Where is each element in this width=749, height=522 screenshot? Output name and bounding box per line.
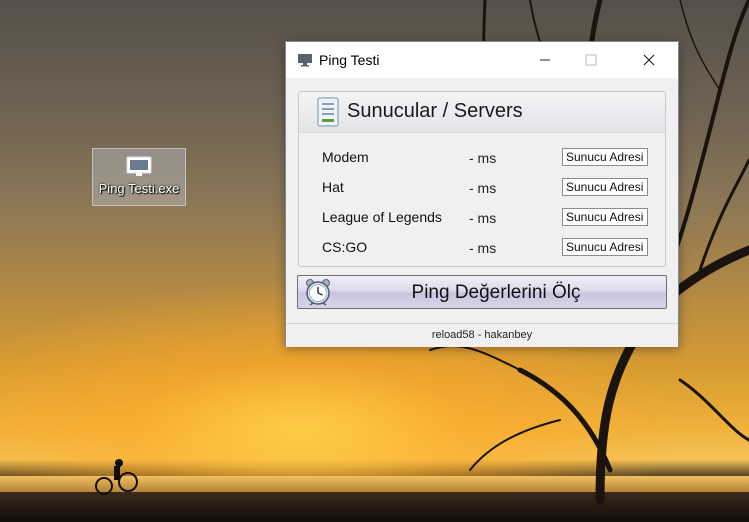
measure-button-label: Ping Değerlerini Ölç bbox=[411, 282, 581, 303]
ping-value: - ms bbox=[469, 240, 497, 256]
maximize-button[interactable] bbox=[568, 42, 614, 78]
server-address-input-csgo[interactable] bbox=[562, 238, 648, 256]
server-row-csgo: CS:GO - ms bbox=[299, 234, 665, 264]
servers-panel-header: Sunucular / Servers bbox=[299, 92, 665, 133]
ping-value: - ms bbox=[469, 180, 497, 196]
status-bar: reload58 - hakanbey bbox=[286, 323, 678, 347]
ping-test-window: Ping Testi Sunucular / Servers Modem - m… bbox=[285, 41, 679, 347]
server-list: Modem - ms Hat - ms League of Legends - … bbox=[299, 144, 665, 264]
close-icon bbox=[643, 54, 655, 66]
minimize-button[interactable] bbox=[522, 42, 568, 78]
window-title: Ping Testi bbox=[319, 52, 380, 68]
maximize-icon bbox=[585, 54, 597, 66]
desktop-icon-label: Ping Testi.exe bbox=[98, 181, 180, 196]
server-row-league-of-legends: League of Legends - ms bbox=[299, 204, 665, 234]
ping-value: - ms bbox=[469, 150, 497, 166]
server-address-input-lol[interactable] bbox=[562, 208, 648, 226]
measure-ping-button[interactable]: Ping Değerlerini Ölç bbox=[297, 275, 667, 309]
monitor-icon bbox=[93, 155, 185, 179]
servers-heading: Sunucular / Servers bbox=[347, 100, 523, 122]
server-address-input-hat[interactable] bbox=[562, 178, 648, 196]
close-button[interactable] bbox=[626, 42, 672, 78]
server-name: CS:GO bbox=[322, 239, 368, 255]
server-name: Modem bbox=[322, 149, 369, 165]
desktop-icon-ping-testi[interactable]: Ping Testi.exe bbox=[92, 148, 186, 206]
document-icon bbox=[317, 97, 339, 131]
minimize-icon bbox=[540, 59, 550, 61]
server-name: League of Legends bbox=[322, 209, 442, 225]
server-row-modem: Modem - ms bbox=[299, 144, 665, 174]
wallpaper-ground bbox=[0, 492, 749, 522]
title-bar[interactable]: Ping Testi bbox=[286, 42, 678, 78]
credit-text: reload58 - hakanbey bbox=[431, 329, 533, 341]
server-address-input-modem[interactable] bbox=[562, 148, 648, 166]
server-row-hat: Hat - ms bbox=[299, 174, 665, 204]
ping-value: - ms bbox=[469, 210, 497, 226]
server-name: Hat bbox=[322, 179, 344, 195]
monitor-icon bbox=[297, 53, 313, 72]
servers-panel: Sunucular / Servers Modem - ms Hat - ms … bbox=[298, 91, 666, 267]
